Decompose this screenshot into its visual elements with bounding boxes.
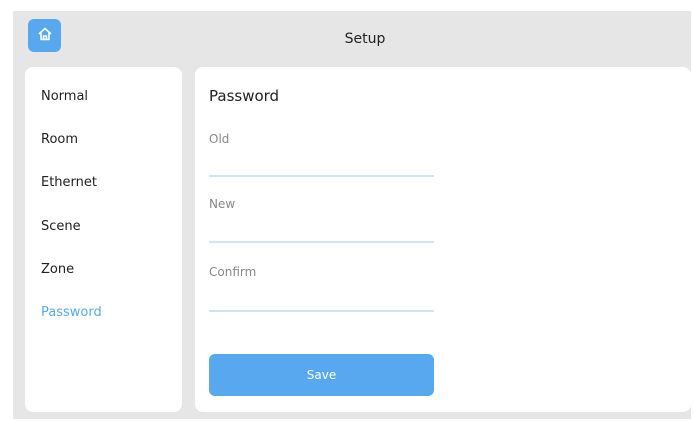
setup-window: Setup Normal Room Ethernet Scene Zone Pa… xyxy=(13,11,691,419)
sidebar-item-room[interactable]: Room xyxy=(41,132,78,147)
confirm-password-input[interactable] xyxy=(209,288,434,312)
new-password-label: New xyxy=(209,197,236,211)
sidebar-item-password[interactable]: Password xyxy=(41,305,102,320)
panel-title: Password xyxy=(209,87,280,105)
top-bar: Setup xyxy=(13,11,691,67)
sidebar-item-scene[interactable]: Scene xyxy=(41,219,81,234)
old-password-label: Old xyxy=(209,132,230,146)
password-panel: Password Old New Confirm Save xyxy=(195,67,691,412)
new-password-input[interactable] xyxy=(209,219,434,243)
old-password-input[interactable] xyxy=(209,153,434,177)
sidebar-item-ethernet[interactable]: Ethernet xyxy=(41,175,97,190)
page-title: Setup xyxy=(344,31,386,47)
home-icon xyxy=(37,26,53,46)
sidebar: Normal Room Ethernet Scene Zone Password xyxy=(25,67,182,412)
save-button[interactable]: Save xyxy=(209,354,434,396)
confirm-password-label: Confirm xyxy=(209,265,257,279)
sidebar-item-zone[interactable]: Zone xyxy=(41,262,74,277)
sidebar-item-normal[interactable]: Normal xyxy=(41,89,88,104)
home-button[interactable] xyxy=(28,19,61,52)
